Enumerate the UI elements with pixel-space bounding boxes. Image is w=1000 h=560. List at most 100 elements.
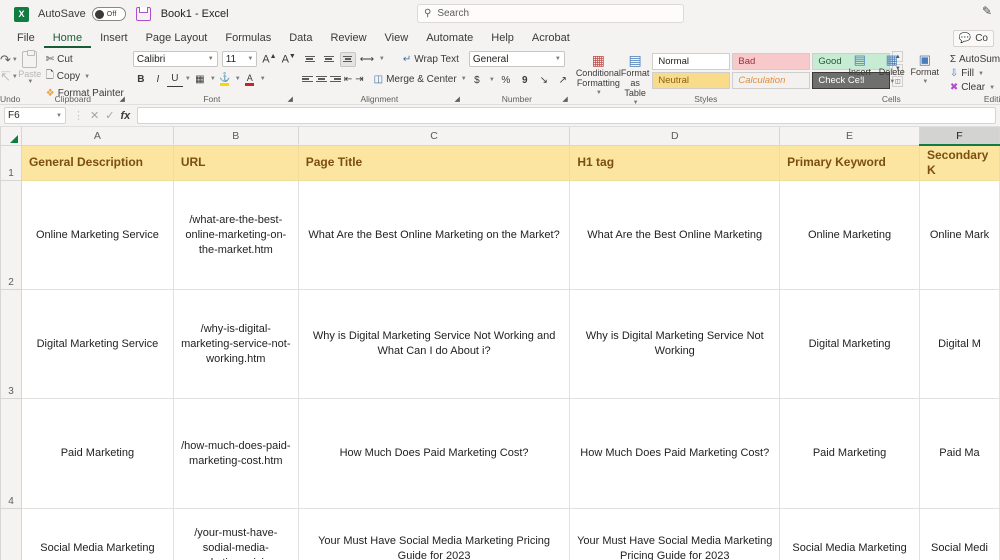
cell-d2[interactable]: What Are the Best Online Marketing xyxy=(569,180,781,290)
tab-file[interactable]: File xyxy=(8,29,44,48)
italic-button[interactable]: I xyxy=(150,71,166,87)
cell-a5[interactable]: Social Media Marketing xyxy=(20,508,174,560)
column-header-b[interactable]: B xyxy=(172,127,299,146)
borders-caret-icon[interactable]: ▼ xyxy=(210,76,216,82)
cell-c4[interactable]: How Much Does Paid Marketing Cost? xyxy=(297,398,571,509)
style-normal[interactable]: Normal xyxy=(652,53,731,70)
column-header-e[interactable]: E xyxy=(779,127,920,146)
currency-caret-icon[interactable]: ▼ xyxy=(489,77,495,83)
row-header-2[interactable]: 2 xyxy=(0,180,22,290)
clear-caret-icon[interactable]: ▼ xyxy=(989,85,995,91)
redo-icon[interactable]: ↸ xyxy=(0,70,11,84)
cell-e1[interactable]: Primary Keyword xyxy=(779,144,920,181)
format-cells-button[interactable]: ▣ Format ▼ xyxy=(908,51,942,87)
decrease-decimal-icon[interactable]: ↗ xyxy=(555,72,571,88)
decrease-indent-icon[interactable]: ⇤ xyxy=(344,71,352,87)
paste-caret-icon[interactable]: ▼ xyxy=(27,79,33,85)
clipboard-dialog-launcher[interactable]: ◢ xyxy=(119,95,124,103)
comments-button[interactable]: 💬 Co xyxy=(952,30,994,47)
cell-b1[interactable]: URL xyxy=(172,144,299,181)
merge-center-button[interactable]: ◫ Merge & Center ▼ xyxy=(370,73,471,86)
save-icon[interactable] xyxy=(135,7,151,21)
cell-d1[interactable]: H1 tag xyxy=(569,144,781,181)
number-format-select[interactable]: General ▼ xyxy=(468,51,565,67)
column-header-c[interactable]: C xyxy=(297,127,571,146)
cut-button[interactable]: ✄ Cut xyxy=(42,53,128,66)
cell-b2[interactable]: /what-are-the-best-online-marketing-on-t… xyxy=(172,180,299,290)
grow-font-button[interactable]: A▲ xyxy=(262,53,276,66)
percent-button[interactable]: % xyxy=(498,72,514,88)
align-bottom-button[interactable] xyxy=(339,51,356,67)
style-neutral[interactable]: Neutral xyxy=(652,72,731,89)
confirm-icon[interactable]: ✓ xyxy=(105,109,114,122)
tab-review[interactable]: Review xyxy=(321,29,375,48)
tab-acrobat[interactable]: Acrobat xyxy=(523,29,579,48)
cell-e2[interactable]: Online Marketing xyxy=(779,180,920,290)
tab-help[interactable]: Help xyxy=(482,29,523,48)
font-color-caret-icon[interactable]: ▼ xyxy=(260,76,266,82)
fill-button[interactable]: ⇩ Fill ▼ xyxy=(946,67,1000,80)
cell-f1[interactable]: Secondary K xyxy=(918,144,1000,181)
column-header-f[interactable]: F xyxy=(918,127,1000,146)
style-bad[interactable]: Bad xyxy=(732,53,811,70)
fill-color-button[interactable]: ⚓ xyxy=(217,71,233,87)
cancel-icon[interactable]: ✕ xyxy=(90,109,99,122)
cell-c1[interactable]: Page Title xyxy=(297,144,571,181)
row-header-4[interactable]: 4 xyxy=(0,398,22,509)
undo-icon[interactable]: ↷ xyxy=(0,53,11,67)
formula-input[interactable] xyxy=(137,107,996,124)
orientation-caret-icon[interactable]: ▼ xyxy=(379,56,385,62)
align-right-button[interactable] xyxy=(329,72,341,87)
alignment-dialog-launcher[interactable]: ◢ xyxy=(454,95,459,103)
font-dialog-launcher[interactable]: ◢ xyxy=(287,95,292,103)
row-header-5[interactable]: 5 xyxy=(0,508,22,560)
cell-a2[interactable]: Online Marketing Service xyxy=(20,180,174,290)
row-header-3[interactable]: 3 xyxy=(0,289,22,399)
cell-e4[interactable]: Paid Marketing xyxy=(779,398,920,509)
align-left-button[interactable] xyxy=(301,72,313,87)
tab-formulas[interactable]: Formulas xyxy=(216,29,280,48)
underline-caret-icon[interactable]: ▼ xyxy=(185,76,191,82)
autosave-toggle[interactable]: Off xyxy=(91,7,126,21)
font-color-button[interactable]: A xyxy=(242,71,258,87)
select-all-button[interactable] xyxy=(0,127,22,146)
align-middle-button[interactable] xyxy=(321,52,337,67)
cell-f3[interactable]: Digital M xyxy=(918,289,1000,399)
vertical-dots-icon[interactable]: ⋮ xyxy=(73,109,84,122)
cell-e5[interactable]: Social Media Marketing xyxy=(779,508,920,560)
cell-b3[interactable]: /why-is-digital-marketing-service-not-wo… xyxy=(172,289,299,399)
wrap-text-button[interactable]: ↵ Wrap Text xyxy=(399,53,463,66)
fill-color-caret-icon[interactable]: ▼ xyxy=(235,76,241,82)
cell-d4[interactable]: How Much Does Paid Marketing Cost? xyxy=(569,398,781,509)
underline-button[interactable]: U xyxy=(166,71,183,87)
font-name-select[interactable]: Calibri ▼ xyxy=(132,51,218,67)
tab-insert[interactable]: Insert xyxy=(91,29,137,48)
tab-data[interactable]: Data xyxy=(280,29,321,48)
cell-d5[interactable]: Your Must Have Social Media Marketing Pr… xyxy=(569,508,781,560)
cell-c3[interactable]: Why is Digital Marketing Service Not Wor… xyxy=(297,289,571,399)
insert-caret-icon[interactable]: ▼ xyxy=(857,77,863,87)
shrink-font-button[interactable]: A▼ xyxy=(282,53,296,66)
orientation-icon[interactable]: ⟷ xyxy=(359,51,375,67)
cell-d3[interactable]: Why is Digital Marketing Service Not Wor… xyxy=(569,289,781,399)
column-header-a[interactable]: A xyxy=(20,127,174,146)
insert-function-icon[interactable]: fx xyxy=(120,110,130,122)
cell-c2[interactable]: What Are the Best Online Marketing on th… xyxy=(297,180,571,290)
cell-b4[interactable]: /how-much-does-paid-marketing-cost.htm xyxy=(172,398,299,509)
cell-f4[interactable]: Paid Ma xyxy=(918,398,1000,509)
bold-button[interactable]: B xyxy=(133,71,149,87)
delete-cells-button[interactable]: ▦ Delete ▼ xyxy=(876,51,908,87)
insert-cells-button[interactable]: ▤ Insert ▼ xyxy=(844,51,876,87)
tab-page-layout[interactable]: Page Layout xyxy=(137,29,217,48)
cell-c5[interactable]: Your Must Have Social Media Marketing Pr… xyxy=(297,508,571,560)
copy-caret-icon[interactable]: ▼ xyxy=(84,74,90,80)
increase-decimal-icon[interactable]: ↘ xyxy=(536,72,552,88)
copy-button[interactable]: 🗋 Copy ▼ xyxy=(42,67,128,86)
align-center-button[interactable] xyxy=(315,72,327,87)
increase-indent-icon[interactable]: ⇥ xyxy=(355,71,363,87)
clear-button[interactable]: ✖ Clear ▼ xyxy=(946,81,1000,94)
pen-icon[interactable]: ✎ xyxy=(982,4,992,18)
row-header-1[interactable]: 1 xyxy=(0,144,22,181)
align-top-button[interactable] xyxy=(302,52,318,67)
font-size-select[interactable]: 11 ▼ xyxy=(221,51,258,67)
